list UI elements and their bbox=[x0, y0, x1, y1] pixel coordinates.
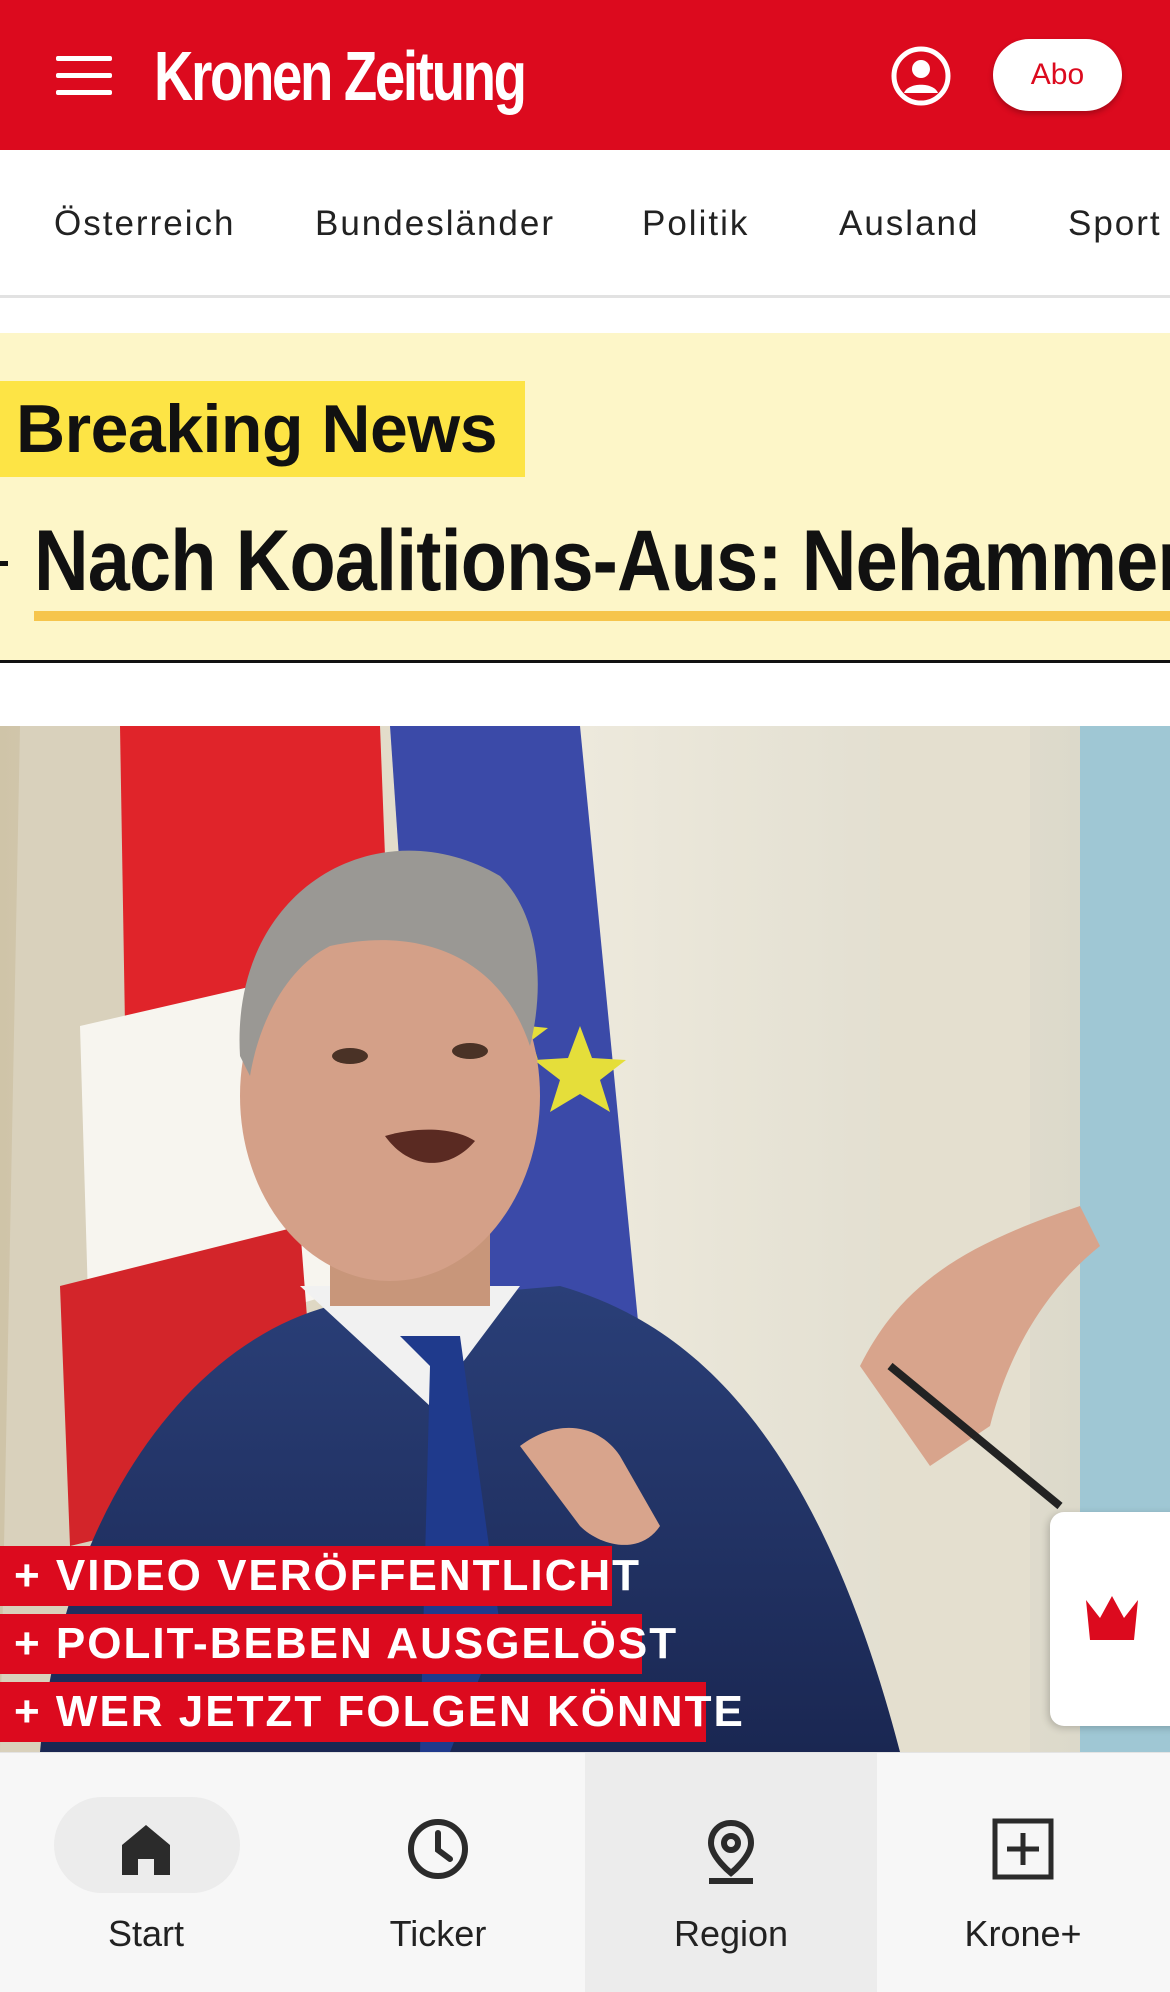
bottom-nav-label: Region bbox=[673, 1913, 789, 1954]
nav-item-politik[interactable]: Politik bbox=[642, 150, 749, 295]
bottom-nav-label: Start bbox=[107, 1913, 185, 1954]
hero-tagline-3[interactable]: + WER JETZT FOLGEN KÖNNTE bbox=[0, 1682, 743, 1742]
nav-item-sport[interactable]: Sport bbox=[1068, 150, 1162, 295]
nav-item-oesterreich[interactable]: Österreich bbox=[54, 150, 235, 295]
nav-item-bundeslaender[interactable]: Bundesländer bbox=[315, 150, 555, 295]
clock-icon bbox=[408, 1819, 468, 1879]
location-pin-icon bbox=[707, 1819, 755, 1884]
bottom-nav-label: Krone+ bbox=[964, 1913, 1082, 1954]
hero-article[interactable]: + VIDEO VERÖFFENTLICHT + POLIT-BEBEN AUS… bbox=[0, 726, 1170, 1752]
app-header: Kronen Zeitung Abo bbox=[0, 0, 1170, 150]
bottom-nav-label: Ticker bbox=[389, 1913, 487, 1954]
abo-button[interactable]: Abo bbox=[993, 39, 1122, 111]
hero-tagline-2[interactable]: + POLIT-BEBEN AUSGELÖST bbox=[0, 1614, 676, 1674]
hero-tagline-1[interactable]: + VIDEO VERÖFFENTLICHT bbox=[0, 1546, 639, 1606]
menu-icon[interactable] bbox=[56, 56, 112, 96]
bottom-nav-ticker[interactable]: Ticker bbox=[292, 1753, 584, 1992]
user-account-icon[interactable] bbox=[890, 45, 952, 107]
category-nav: Österreich Bundesländer Politik Ausland … bbox=[0, 150, 1170, 298]
krone-plus-floating-button[interactable] bbox=[1050, 1512, 1170, 1726]
bottom-nav-start[interactable]: Start bbox=[0, 1753, 292, 1992]
bottom-navigation: Start Ticker Region Krone+ bbox=[0, 1752, 1170, 1992]
ticker-dash bbox=[0, 561, 8, 566]
crown-icon bbox=[1086, 1596, 1138, 1640]
home-icon bbox=[122, 1825, 170, 1875]
bottom-nav-region[interactable]: Region bbox=[585, 1753, 877, 1992]
brand-logo[interactable]: Kronen Zeitung bbox=[154, 36, 527, 116]
breaking-news-label: Breaking News bbox=[0, 381, 525, 477]
bottom-nav-krone-plus[interactable]: Krone+ bbox=[877, 1753, 1169, 1992]
headline-underline bbox=[34, 611, 1170, 621]
plus-square-icon bbox=[992, 1818, 1054, 1880]
nav-item-ausland[interactable]: Ausland bbox=[839, 150, 979, 295]
breaking-news-banner[interactable]: Breaking News Nach Koalitions-Aus: Neham… bbox=[0, 333, 1170, 663]
breaking-headline[interactable]: Nach Koalitions-Aus: Nehammer bbox=[34, 511, 1170, 611]
breaking-news-label-text: Breaking News bbox=[16, 391, 498, 467]
